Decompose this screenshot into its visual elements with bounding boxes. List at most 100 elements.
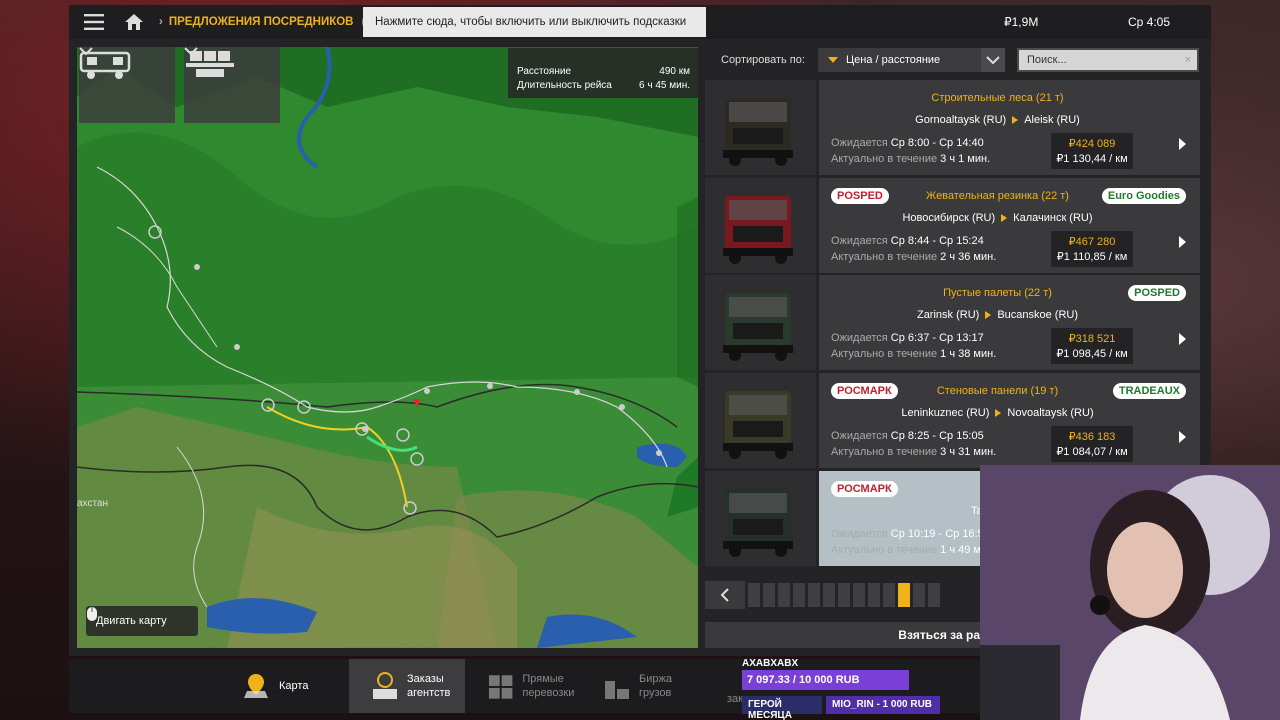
valid-for: Актуально в течение 1 ч 38 мин. bbox=[831, 348, 997, 360]
expected-time: Ожидается Ср 8:00 - Ср 14:40 bbox=[831, 137, 984, 149]
route-to: Novoaltaysk (RU) bbox=[1007, 407, 1094, 419]
clock-board-icon bbox=[373, 672, 397, 699]
open-job-arrow-icon[interactable] bbox=[1179, 431, 1186, 443]
job-price: ₽424 089 bbox=[1068, 138, 1116, 150]
price-box: ₽318 521 ₽1 098,45 / км bbox=[1051, 328, 1133, 364]
distance-value: 490 км bbox=[659, 66, 690, 77]
page-indicator[interactable] bbox=[793, 583, 805, 607]
expected-time: Ожидается Ср 6:37 - Ср 13:17 bbox=[831, 332, 984, 344]
boxes-icon bbox=[488, 675, 513, 699]
page-indicator[interactable] bbox=[853, 583, 865, 607]
truck-thumbnail bbox=[705, 80, 816, 175]
job-price: ₽436 183 bbox=[1068, 431, 1116, 443]
search-placeholder: Поиск... bbox=[1027, 54, 1067, 66]
route-to: Aleisk (RU) bbox=[1024, 114, 1080, 126]
breadcrumb[interactable]: › ПРЕДЛОЖЕНИЯ ПОСРЕДНИКОВ bbox=[159, 16, 354, 28]
mouse-icon bbox=[87, 607, 97, 621]
previous-page-button[interactable] bbox=[705, 581, 745, 609]
search-input[interactable]: Поиск... × bbox=[1017, 48, 1199, 72]
home-button[interactable] bbox=[119, 5, 149, 39]
map-pin-icon bbox=[244, 674, 268, 698]
breadcrumb-label: ПРЕДЛОЖЕНИЯ ПОСРЕДНИКОВ bbox=[168, 16, 354, 28]
page-indicator[interactable] bbox=[823, 583, 835, 607]
chevron-down-icon bbox=[986, 56, 1000, 64]
sort-label: Сортировать по: bbox=[721, 54, 805, 66]
open-job-arrow-icon[interactable] bbox=[1179, 236, 1186, 248]
tab-cargo-exchange[interactable]: Биржа грузов bbox=[581, 659, 697, 713]
chevron-left-icon bbox=[720, 588, 729, 602]
job-offer-row[interactable]: POSPED Пустые палеты (22 т) Zarinsk (RU)… bbox=[705, 275, 1200, 370]
route-from: Zarinsk (RU) bbox=[916, 309, 980, 321]
route-from: Gornoaltaysk (RU) bbox=[915, 114, 1007, 126]
job-info: РОСМАРК TRADEAUX Стеновые панели (19 т) … bbox=[819, 373, 1200, 468]
truck-cab-icon bbox=[705, 373, 816, 468]
job-route: Новосибирск (RU) Калачинск (RU) bbox=[819, 212, 1176, 224]
move-map-hint[interactable]: Двигать карту bbox=[86, 606, 198, 636]
hamburger-icon bbox=[84, 14, 104, 30]
job-route: Zarinsk (RU) Bucanskoe (RU) bbox=[819, 309, 1176, 321]
tab-direct-label: Прямые перевозки bbox=[522, 673, 575, 699]
valid-for: Актуально в течение 2 ч 36 мин. bbox=[831, 251, 997, 263]
tab-map[interactable]: Карта bbox=[69, 659, 349, 713]
route-info-box: Расстояние 490 км Длительность рейса 6 ч 4… bbox=[508, 48, 698, 98]
job-pager bbox=[705, 581, 980, 609]
job-info: POSPED Пустые палеты (22 т) Zarinsk (RU)… bbox=[819, 275, 1200, 370]
cargo-name: Строительные леса (21 т) bbox=[931, 92, 1064, 104]
game-clock: Ср 4:05 bbox=[1128, 15, 1171, 29]
open-job-arrow-icon[interactable] bbox=[1179, 333, 1186, 345]
donation-goal-widget: AXABXABX 7 097.33 / 10 000 RUB ГЕРОЙ МЕС… bbox=[738, 656, 980, 720]
menu-button[interactable] bbox=[69, 5, 119, 39]
open-job-arrow-icon[interactable] bbox=[1179, 138, 1186, 150]
page-indicators bbox=[748, 583, 940, 607]
map-region-label: ахстан bbox=[77, 498, 109, 509]
valid-for: Актуально в течение 3 ч 1 мин. bbox=[831, 153, 991, 165]
page-indicator[interactable] bbox=[808, 583, 820, 607]
take-job-button[interactable]: Взяться за ра bbox=[705, 622, 980, 648]
truck-filter-button[interactable] bbox=[79, 47, 175, 123]
streamer-silhouette bbox=[980, 465, 1280, 720]
job-info: Строительные леса (21 т) Gornoaltaysk (R… bbox=[819, 80, 1200, 175]
clear-search-icon[interactable]: × bbox=[1185, 54, 1191, 66]
route-from: Новосибирск (RU) bbox=[902, 212, 996, 224]
page-indicator[interactable] bbox=[928, 583, 940, 607]
money-display: ₽1,9M bbox=[1004, 15, 1039, 29]
route-arrow-icon bbox=[995, 409, 1002, 417]
truck-thumbnail bbox=[705, 275, 816, 370]
duration-value: 6 ч 45 мин. bbox=[639, 80, 690, 91]
page-indicator[interactable] bbox=[838, 583, 850, 607]
job-offer-row[interactable]: РОСМАРК TRADEAUX Стеновые панели (19 т) … bbox=[705, 373, 1200, 468]
page-indicator[interactable] bbox=[778, 583, 790, 607]
tab-map-label: Карта bbox=[279, 680, 309, 692]
expected-time: Ожидается Ср 8:25 - Ср 15:05 bbox=[831, 430, 984, 442]
duration-label: Длительность рейса bbox=[517, 80, 612, 91]
home-icon bbox=[125, 14, 143, 30]
job-offer-row[interactable]: Строительные леса (21 т) Gornoaltaysk (R… bbox=[705, 80, 1200, 175]
sort-dropdown-toggle[interactable] bbox=[981, 48, 1005, 72]
page-indicator[interactable] bbox=[883, 583, 895, 607]
page-indicator[interactable] bbox=[913, 583, 925, 607]
job-route: Gornoaltaysk (RU) Aleisk (RU) bbox=[819, 114, 1176, 126]
sort-dropdown[interactable]: Цена / расстояние bbox=[818, 48, 1005, 72]
chevron-down-icon bbox=[184, 47, 198, 55]
valid-for: Актуально в течение 1 ч 49 м bbox=[831, 544, 981, 556]
hint-toggle-bar[interactable]: Нажмите сюда, чтобы включить или выключи… bbox=[363, 7, 706, 37]
route-arrow-icon bbox=[1001, 214, 1008, 222]
page-indicator[interactable] bbox=[748, 583, 760, 607]
price-per-km: ₽1 084,07 / км bbox=[1056, 446, 1128, 458]
price-per-km: ₽1 110,85 / км bbox=[1056, 251, 1128, 263]
tab-agency-orders[interactable]: Заказы агентств bbox=[349, 659, 465, 713]
truck-thumbnail bbox=[705, 178, 816, 273]
tab-direct-transport[interactable]: Прямые перевозки bbox=[465, 659, 581, 713]
truck-thumbnail bbox=[705, 471, 816, 566]
page-indicator[interactable] bbox=[868, 583, 880, 607]
job-offer-row[interactable]: POSPED Euro Goodies Жевательная резинка … bbox=[705, 178, 1200, 273]
price-per-km: ₽1 130,44 / км bbox=[1056, 153, 1128, 165]
page-indicator[interactable] bbox=[898, 583, 910, 607]
world-map[interactable]: Расстояние 490 км Длительность рейса 6 ч 4… bbox=[77, 47, 698, 648]
cargo-filter-button[interactable] bbox=[184, 47, 280, 123]
chevron-right-icon: › bbox=[159, 16, 163, 28]
price-per-km: ₽1 098,45 / км bbox=[1056, 348, 1128, 360]
page-indicator[interactable] bbox=[763, 583, 775, 607]
job-price: ₽318 521 bbox=[1068, 333, 1116, 345]
valid-for: Актуально в течение 3 ч 31 мин. bbox=[831, 446, 997, 458]
